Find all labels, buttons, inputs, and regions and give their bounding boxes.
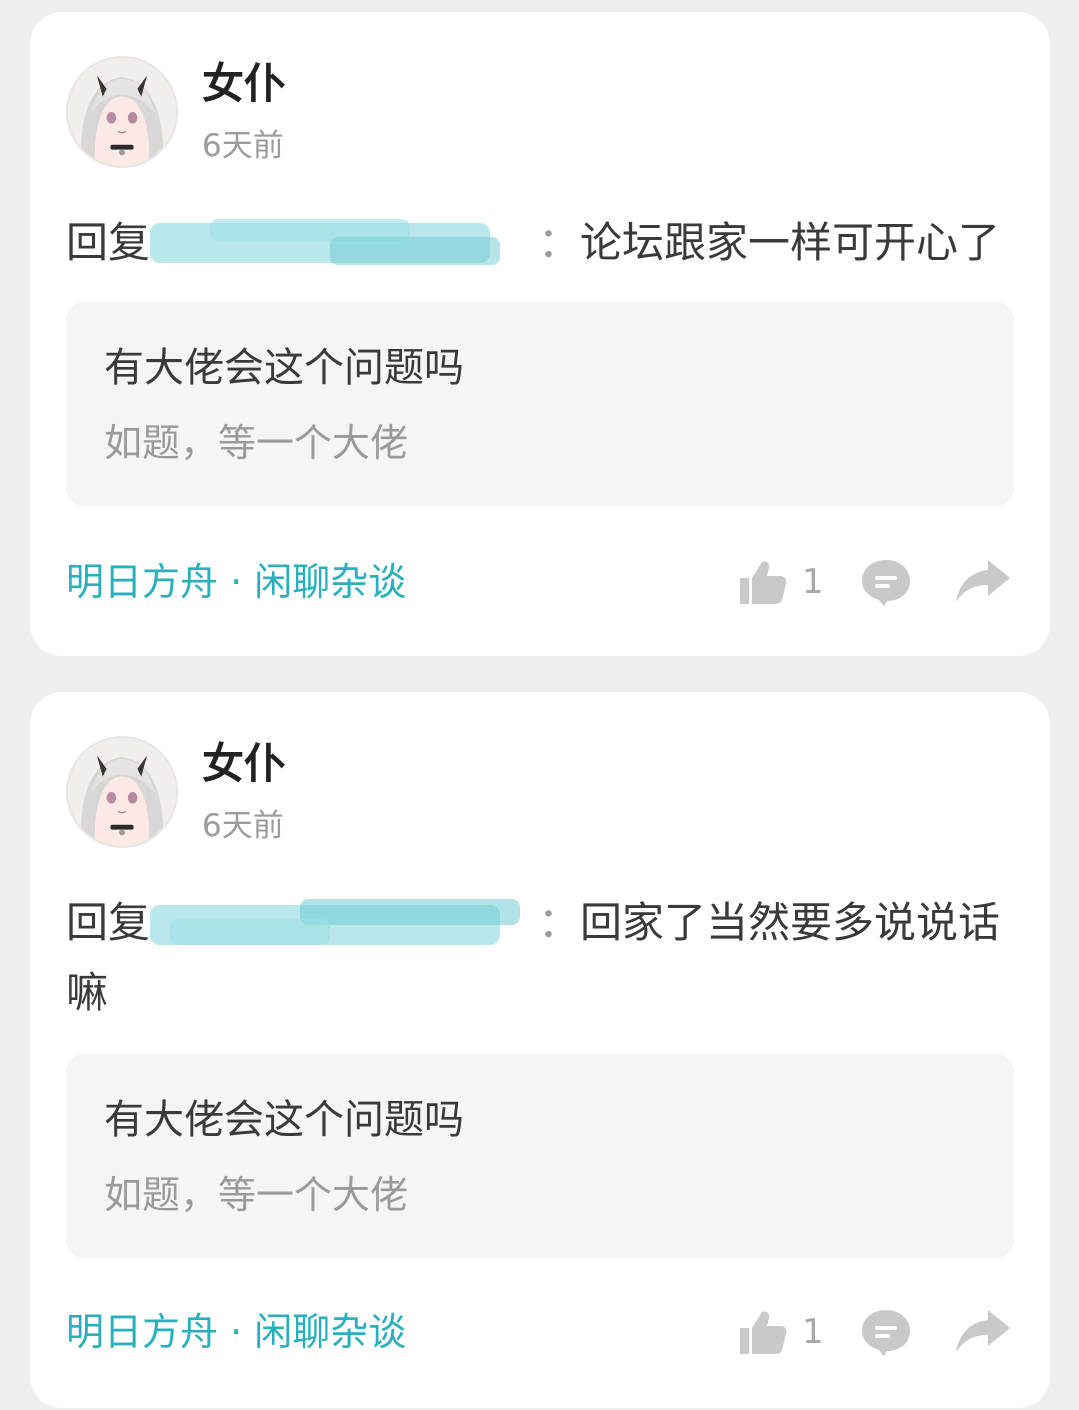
anime-avatar-icon [68, 738, 176, 846]
user-avatar[interactable] [66, 736, 178, 848]
redacted-mention [150, 219, 530, 267]
quoted-post-title: 有大佬会这个问题吗 [104, 1097, 464, 1143]
username[interactable]: 女仆 [202, 56, 286, 112]
post-card[interactable]: 女仆 6天前 回复 ：回家了当然要多说说话嘛 有大佬会这个问题吗 如题，等一个大… [30, 692, 1050, 1408]
post-footer: 明日方舟 · 闲聊杂谈 1 [66, 1302, 1014, 1362]
like-count: 1 [802, 1312, 824, 1352]
thumbs-up-icon[interactable] [736, 1306, 788, 1358]
quoted-post-title: 有大佬会这个问题吗 [104, 345, 464, 391]
like-count: 1 [802, 562, 824, 602]
username[interactable]: 女仆 [202, 736, 286, 792]
reply-text: 论坛跟家一样可开心了 [580, 218, 1001, 267]
quoted-post[interactable]: 有大佬会这个问题吗 如题，等一个大佬 [66, 1054, 1014, 1258]
forum-link[interactable]: 明日方舟 · 闲聊杂谈 [66, 1308, 406, 1356]
post-timestamp: 6天前 [202, 128, 284, 164]
post-card[interactable]: 女仆 6天前 回复 ：论坛跟家一样可开心了 有大佬会这个问题吗 如题，等一个大佬… [30, 12, 1050, 656]
reply-prefix: 回复 [66, 218, 151, 267]
comment-bubble-icon[interactable] [860, 556, 912, 608]
reply-separator: ： [538, 218, 581, 267]
comment-bubble-icon[interactable] [860, 1306, 912, 1358]
reply-content: 回复 ：论坛跟家一样可开心了 [66, 208, 1016, 278]
thumbs-up-icon[interactable] [736, 556, 788, 608]
quoted-post-body: 如题，等一个大佬 [104, 421, 409, 465]
reply-content: 回复 ：回家了当然要多说说话嘛 [66, 888, 1016, 1028]
user-avatar[interactable] [66, 56, 178, 168]
post-feed: 女仆 6天前 回复 ：论坛跟家一样可开心了 有大佬会这个问题吗 如题，等一个大佬… [0, 0, 1079, 1410]
forum-link[interactable]: 明日方舟 · 闲聊杂谈 [66, 558, 406, 606]
share-arrow-icon[interactable] [954, 556, 1012, 608]
reply-separator: ： [538, 898, 581, 947]
reply-prefix: 回复 [66, 898, 151, 947]
post-timestamp: 6天前 [202, 808, 284, 844]
post-footer: 明日方舟 · 闲聊杂谈 1 [66, 552, 1014, 612]
quoted-post[interactable]: 有大佬会这个问题吗 如题，等一个大佬 [66, 302, 1014, 506]
anime-avatar-icon [68, 58, 176, 166]
redacted-mention [150, 899, 530, 947]
quoted-post-body: 如题，等一个大佬 [104, 1173, 409, 1217]
share-arrow-icon[interactable] [954, 1306, 1012, 1358]
